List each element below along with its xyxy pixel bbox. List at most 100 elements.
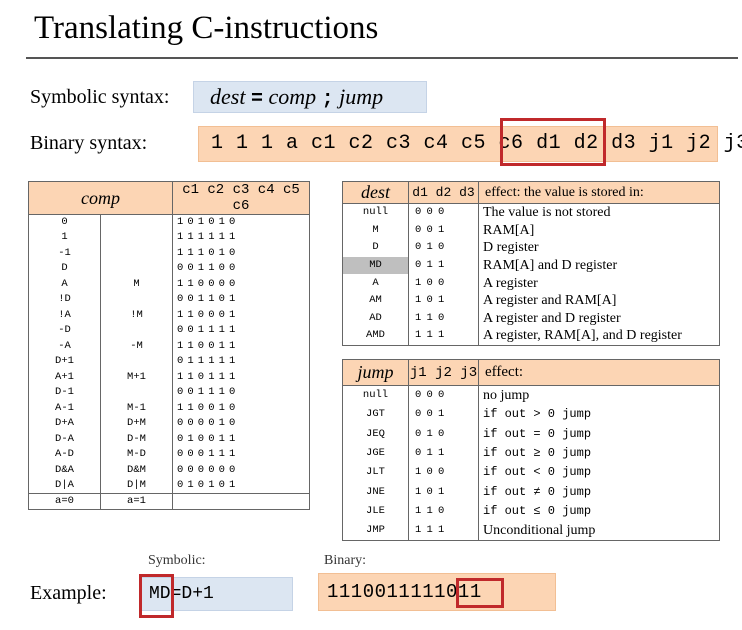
sym-eq: = <box>250 88 263 111</box>
comp-header: comp <box>28 181 173 215</box>
comp-bits-cell: 000010 <box>172 416 310 432</box>
dest-bits-cell: 001 <box>408 221 479 239</box>
comp-a0-cell: !A <box>28 307 101 323</box>
comp-bits-cell: 001110 <box>172 385 310 401</box>
symbolic-syntax-label: Symbolic syntax: <box>30 86 170 108</box>
jump-bits-header: j1 j2 j3 <box>408 359 479 386</box>
example-dest-highlight <box>139 574 174 618</box>
comp-a1-cell: !M <box>100 307 173 323</box>
comp-a1-cell <box>100 323 173 339</box>
comp-bits-cell: 101010 <box>172 214 310 230</box>
dest-row: MD 011 RAM[A] and D register <box>342 256 720 275</box>
comp-a0-cell: A+1 <box>28 369 101 385</box>
comp-footer-row: a=0 a=1 <box>28 493 310 510</box>
comp-footer-a1: a=1 <box>100 493 173 510</box>
comp-a0-cell: D+A <box>28 416 101 432</box>
jump-effect-cell: no jump <box>478 385 720 405</box>
comp-bits-cell: 001101 <box>172 292 310 308</box>
dest-row: AD 110 A register and D register <box>342 309 720 328</box>
jump-name-cell: JEQ <box>342 424 409 444</box>
binary-syntax-box: 1 1 1 a c1 c2 c3 c4 c5 c6 d1 d2 d3 j1 j2… <box>198 126 742 162</box>
dest-bits-highlight <box>500 118 606 166</box>
comp-row: D 001100 <box>28 261 310 277</box>
dest-row: A 100 A register <box>342 274 720 292</box>
jump-bits-cell: 011 <box>408 443 479 464</box>
comp-a1-cell <box>100 261 173 277</box>
jump-row: JGT 001 if out > 0 jump <box>342 405 720 425</box>
comp-a0-cell: 0 <box>28 214 101 230</box>
binary-syntax-label: Binary syntax: <box>30 132 148 154</box>
dest-name-cell: D <box>342 238 409 257</box>
dest-name-cell: AM <box>342 291 409 310</box>
comp-bits-cell: 010011 <box>172 431 310 447</box>
sym-jump: jump <box>339 84 384 109</box>
jump-name-cell: JGE <box>342 443 409 464</box>
dest-row: AMD 111 A register, RAM[A], and D register <box>342 327 720 346</box>
dest-bits-cell: 100 <box>408 274 479 292</box>
jump-row: null 000 no jump <box>342 385 720 405</box>
comp-row: D-A D-M 010011 <box>28 431 310 447</box>
jump-effect-cell: if out > 0 jump <box>478 405 720 425</box>
jump-effect-cell: if out ≥ 0 jump <box>478 443 720 464</box>
jump-name-cell: JGT <box>342 405 409 425</box>
comp-a0-cell: A-1 <box>28 400 101 416</box>
comp-row: !D 001101 <box>28 292 310 308</box>
dest-bits-cell: 101 <box>408 291 479 310</box>
jump-bits-cell: 000 <box>408 385 479 405</box>
comp-a1-cell <box>100 230 173 246</box>
symbolic-syntax-box: dest = comp ; jump <box>193 81 427 113</box>
comp-table: comp c1 c2 c3 c4 c5 c6 0 101010 1 111111 -1 1… <box>28 181 310 510</box>
comp-bits-cell: 110010 <box>172 400 310 416</box>
comp-a1-cell: D&M <box>100 462 173 478</box>
dest-row: M 001 RAM[A] <box>342 221 720 239</box>
jump-bits-cell: 101 <box>408 482 479 502</box>
example-binary-caption: Binary: <box>324 553 366 568</box>
page-title: Translating C-instructions <box>34 10 379 46</box>
comp-bits-header: c1 c2 c3 c4 c5 c6 <box>172 181 310 215</box>
comp-row: A M 110000 <box>28 276 310 292</box>
comp-a1-cell: M-D <box>100 447 173 463</box>
comp-row: !A !M 110001 <box>28 307 310 323</box>
comp-row: 0 101010 <box>28 214 310 230</box>
example-sym-rest: =D+1 <box>170 584 214 604</box>
comp-a0-cell: A-D <box>28 447 101 463</box>
dest-name-cell: AD <box>342 309 409 328</box>
dest-bits-cell: 000 <box>408 203 479 222</box>
jump-row: JNE 101 if out ≠ 0 jump <box>342 482 720 502</box>
dest-bits-header: d1 d2 d3 <box>408 181 479 204</box>
comp-a0-cell: -1 <box>28 245 101 261</box>
comp-a1-cell <box>100 385 173 401</box>
jump-name-cell: JLT <box>342 463 409 483</box>
dest-effect-cell: RAM[A] and D register <box>478 256 720 275</box>
jump-bits-cell: 001 <box>408 405 479 425</box>
sym-dest: dest <box>210 84 246 109</box>
jump-name-cell: JLE <box>342 501 409 522</box>
jump-effect-cell: if out < 0 jump <box>478 463 720 483</box>
comp-bits-cell: 110000 <box>172 276 310 292</box>
comp-row: D|A D|M 010101 <box>28 478 310 494</box>
jump-effect-cell: Unconditional jump <box>478 521 720 542</box>
dest-name-cell: M <box>342 221 409 239</box>
comp-a1-cell <box>100 292 173 308</box>
comp-a1-cell <box>100 354 173 370</box>
dest-name-cell: null <box>342 203 409 222</box>
comp-a1-cell <box>100 245 173 261</box>
comp-a0-cell: D-1 <box>28 385 101 401</box>
comp-bits-cell: 011111 <box>172 354 310 370</box>
jump-name-cell: JMP <box>342 521 409 542</box>
dest-effect-cell: A register and RAM[A] <box>478 291 720 310</box>
comp-a1-cell: D+M <box>100 416 173 432</box>
jump-bits-cell: 111 <box>408 521 479 542</box>
comp-a0-cell: A <box>28 276 101 292</box>
comp-row: D&A D&M 000000 <box>28 462 310 478</box>
comp-bits-cell: 110111 <box>172 369 310 385</box>
comp-row: D-1 001110 <box>28 385 310 401</box>
dest-table: dest d1 d2 d3 effect: the value is store… <box>342 181 720 346</box>
jump-bits-cell: 100 <box>408 463 479 483</box>
dest-row: AM 101 A register and RAM[A] <box>342 291 720 310</box>
comp-footer-empty <box>172 493 310 510</box>
dest-bits-cell: 010 <box>408 238 479 257</box>
sym-comp: comp <box>268 84 317 109</box>
dest-name-cell: MD <box>342 256 409 275</box>
comp-a1-cell: -M <box>100 338 173 354</box>
